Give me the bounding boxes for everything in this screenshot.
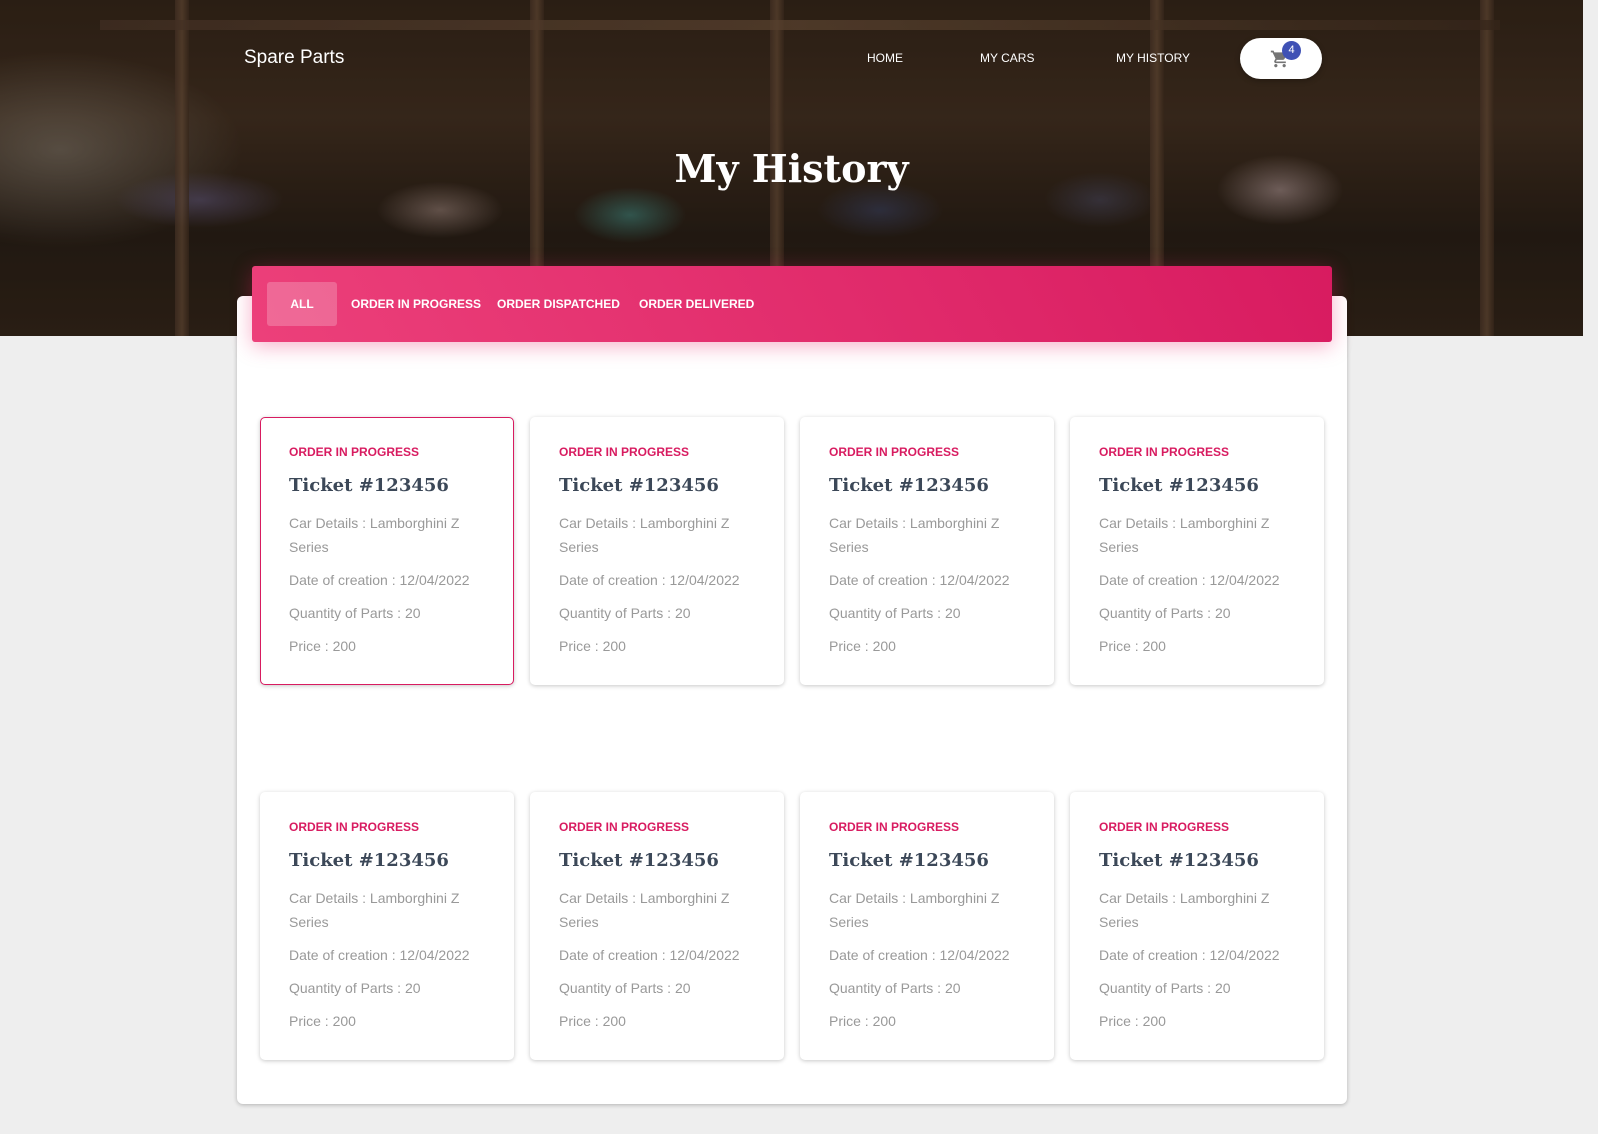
ticket-date: Date of creation : 12/04/2022 xyxy=(289,947,470,963)
status-tab-bar: ALL ORDER IN PROGRESS ORDER DISPATCHED O… xyxy=(252,266,1332,342)
cart-button[interactable]: 4 xyxy=(1240,38,1322,79)
ticket-car-details: Car Details : Lamborghini Z Series xyxy=(289,890,460,930)
ticket-car-details: Car Details : Lamborghini Z Series xyxy=(1099,515,1270,555)
ticket-status: ORDER IN PROGRESS xyxy=(289,445,420,459)
ticket-date: Date of creation : 12/04/2022 xyxy=(1099,947,1280,963)
ticket-quantity: Quantity of Parts : 20 xyxy=(829,605,961,621)
ticket-price: Price : 200 xyxy=(829,1013,896,1029)
ticket-price: Price : 200 xyxy=(829,638,896,654)
nav-my-cars[interactable]: MY CARS xyxy=(980,51,1034,65)
ticket-price: Price : 200 xyxy=(559,638,626,654)
top-navbar: Spare Parts HOME MY CARS MY HISTORY 4 xyxy=(0,0,1583,118)
ticket-title: Ticket #123456 xyxy=(829,475,989,496)
ticket-price: Price : 200 xyxy=(289,1013,356,1029)
ticket-date: Date of creation : 12/04/2022 xyxy=(559,572,740,588)
ticket-status: ORDER IN PROGRESS xyxy=(559,445,690,459)
ticket-card[interactable]: ORDER IN PROGRESS Ticket #123456 Car Detai… xyxy=(1070,417,1324,685)
ticket-quantity: Quantity of Parts : 20 xyxy=(829,980,961,996)
ticket-card[interactable]: ORDER IN PROGRESS Ticket #123456 Car Detai… xyxy=(1070,792,1324,1060)
ticket-car-details: Car Details : Lamborghini Z Series xyxy=(289,515,460,555)
ticket-title: Ticket #123456 xyxy=(829,850,989,871)
ticket-price: Price : 200 xyxy=(1099,1013,1166,1029)
tab-order-dispatched[interactable]: ORDER DISPATCHED xyxy=(482,282,635,326)
ticket-title: Ticket #123456 xyxy=(289,850,449,871)
ticket-card[interactable]: ORDER IN PROGRESS Ticket #123456 Car Detai… xyxy=(260,417,514,685)
ticket-quantity: Quantity of Parts : 20 xyxy=(289,980,421,996)
brand-logo[interactable]: Spare Parts xyxy=(244,47,344,69)
ticket-title: Ticket #123456 xyxy=(1099,850,1259,871)
ticket-car-details: Car Details : Lamborghini Z Series xyxy=(1099,890,1270,930)
ticket-title: Ticket #123456 xyxy=(559,475,719,496)
ticket-status: ORDER IN PROGRESS xyxy=(1099,820,1230,834)
tab-order-in-progress[interactable]: ORDER IN PROGRESS xyxy=(336,282,496,326)
ticket-date: Date of creation : 12/04/2022 xyxy=(289,572,470,588)
ticket-card[interactable]: ORDER IN PROGRESS Ticket #123456 Car Detai… xyxy=(800,792,1054,1060)
ticket-status: ORDER IN PROGRESS xyxy=(559,820,690,834)
tab-order-delivered[interactable]: ORDER DELIVERED xyxy=(624,282,769,326)
ticket-date: Date of creation : 12/04/2022 xyxy=(559,947,740,963)
ticket-price: Price : 200 xyxy=(289,638,356,654)
ticket-price: Price : 200 xyxy=(559,1013,626,1029)
ticket-card[interactable]: ORDER IN PROGRESS Ticket #123456 Car Detai… xyxy=(530,792,784,1060)
tab-all[interactable]: ALL xyxy=(267,282,337,326)
ticket-status: ORDER IN PROGRESS xyxy=(289,820,420,834)
ticket-date: Date of creation : 12/04/2022 xyxy=(829,572,1010,588)
ticket-card[interactable]: ORDER IN PROGRESS Ticket #123456 Car Detai… xyxy=(530,417,784,685)
nav-home[interactable]: HOME xyxy=(867,51,903,65)
ticket-quantity: Quantity of Parts : 20 xyxy=(559,605,691,621)
ticket-title: Ticket #123456 xyxy=(1099,475,1259,496)
ticket-car-details: Car Details : Lamborghini Z Series xyxy=(829,890,1000,930)
page-title: My History xyxy=(674,146,909,191)
ticket-card[interactable]: ORDER IN PROGRESS Ticket #123456 Car Detai… xyxy=(260,792,514,1060)
ticket-status: ORDER IN PROGRESS xyxy=(1099,445,1230,459)
ticket-status: ORDER IN PROGRESS xyxy=(829,445,960,459)
ticket-date: Date of creation : 12/04/2022 xyxy=(829,947,1010,963)
ticket-title: Ticket #123456 xyxy=(289,475,449,496)
ticket-title: Ticket #123456 xyxy=(559,850,719,871)
ticket-quantity: Quantity of Parts : 20 xyxy=(1099,605,1231,621)
ticket-quantity: Quantity of Parts : 20 xyxy=(289,605,421,621)
ticket-quantity: Quantity of Parts : 20 xyxy=(1099,980,1231,996)
nav-my-history[interactable]: MY HISTORY xyxy=(1116,51,1190,65)
ticket-status: ORDER IN PROGRESS xyxy=(829,820,960,834)
ticket-car-details: Car Details : Lamborghini Z Series xyxy=(829,515,1000,555)
ticket-quantity: Quantity of Parts : 20 xyxy=(559,980,691,996)
cart-count-badge: 4 xyxy=(1282,41,1301,60)
ticket-date: Date of creation : 12/04/2022 xyxy=(1099,572,1280,588)
ticket-car-details: Car Details : Lamborghini Z Series xyxy=(559,515,730,555)
ticket-car-details: Car Details : Lamborghini Z Series xyxy=(559,890,730,930)
ticket-price: Price : 200 xyxy=(1099,638,1166,654)
ticket-card[interactable]: ORDER IN PROGRESS Ticket #123456 Car Detai… xyxy=(800,417,1054,685)
